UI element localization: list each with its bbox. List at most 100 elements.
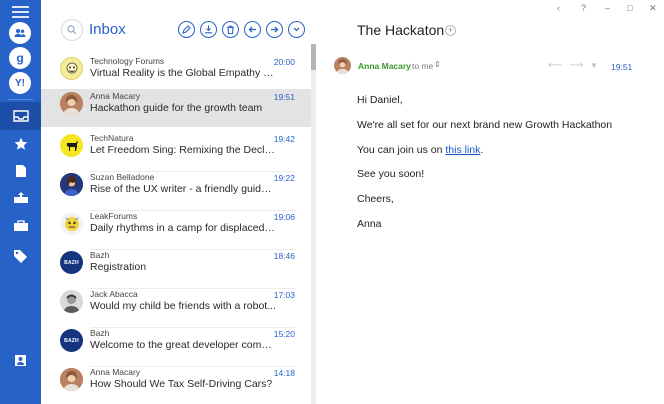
minimize-window-button[interactable]: – — [605, 3, 610, 13]
contact-card-icon — [15, 354, 26, 366]
folder-title: Inbox — [89, 21, 126, 38]
help-window-button[interactable]: ? — [581, 3, 586, 13]
body-greeting: Hi Daniel, — [357, 94, 403, 106]
message-row[interactable]: LeakForums Daily rhythms in a camp for d… — [41, 209, 311, 250]
message-row-selected[interactable]: Anna Macary Hackathon guide for the grow… — [41, 89, 311, 127]
compose-button[interactable] — [178, 21, 195, 38]
avatar — [60, 290, 83, 313]
message-time: 15:20 — [273, 329, 295, 339]
maximize-window-button[interactable]: □ — [627, 3, 632, 13]
message-row[interactable]: BAZH Bazh Welcome to the great developer… — [41, 326, 311, 367]
avatar: BAZH — [60, 329, 83, 352]
contacts-nav-button[interactable] — [0, 346, 41, 374]
body-closing: Cheers, — [357, 193, 394, 205]
message-sender: Jack Abacca — [90, 289, 138, 299]
recipient-label: to me — [412, 61, 434, 71]
yahoo-account-icon[interactable]: Y! — [9, 72, 31, 94]
forward-icon[interactable]: ⟶ — [569, 60, 583, 71]
message-sender: Suzan Belladone — [90, 172, 155, 182]
more-button[interactable] — [288, 21, 305, 38]
close-window-button[interactable]: ✕ — [649, 3, 657, 14]
avatar — [60, 368, 83, 391]
back-window-button[interactable]: ‹ — [557, 3, 560, 13]
reading-pane: ‹ ? – □ ✕ The Hackaton + Anna Macary to … — [316, 0, 664, 404]
forward-button[interactable] — [266, 21, 283, 38]
message-subject: Would my child be friends with a robot..… — [90, 300, 276, 312]
download-icon — [205, 25, 212, 34]
recipient-expand-icon[interactable]: ⇕ — [434, 60, 441, 69]
trash-icon — [227, 25, 234, 34]
message-subject: Welcome to the great developer commu... — [90, 339, 276, 351]
message-sender: Anna Macary — [90, 91, 141, 101]
download-button[interactable] — [200, 21, 217, 38]
message-time: 20:00 — [273, 57, 295, 67]
star-icon — [14, 137, 27, 150]
message-row[interactable]: TechNatura Let Freedom Sing: Remixing th… — [41, 131, 311, 172]
tags-nav-button[interactable] — [0, 242, 41, 270]
message-time: 17:03 — [273, 290, 295, 300]
message-subject: Daily rhythms in a camp for displaced pe… — [90, 222, 276, 234]
reply-icon[interactable]: ⟵ — [548, 60, 562, 71]
google-account-icon[interactable]: g — [9, 47, 31, 69]
message-row[interactable]: BAZH Bazh Registration 18:46 — [41, 248, 311, 289]
avatar — [60, 173, 83, 196]
avatar — [60, 212, 83, 235]
message-time: 19:42 — [273, 134, 295, 144]
edit-icon — [182, 25, 191, 34]
archive-nav-button[interactable] — [0, 212, 41, 240]
outbox-icon — [13, 192, 28, 203]
message-row[interactable]: Suzan Belladone Rise of the UX writer - … — [41, 170, 311, 211]
message-time: 19:06 — [273, 212, 295, 222]
message-title: The Hackaton — [357, 22, 445, 38]
arrow-right-icon — [271, 26, 279, 33]
avatar — [60, 57, 83, 80]
message-subject: Virtual Reality is the Global Empathy Ma… — [90, 67, 276, 79]
message-subject: Registration — [90, 261, 147, 273]
navigation-rail: g Y! — [0, 0, 41, 404]
message-time: 18:46 — [273, 251, 295, 261]
message-row[interactable]: Jack Abacca Would my child be friends wi… — [41, 287, 311, 328]
list-header: Inbox — [41, 0, 311, 54]
inbox-nav-button[interactable] — [0, 102, 41, 130]
sender-avatar — [334, 57, 351, 74]
body-line: See you soon! — [357, 168, 425, 180]
message-subject: Hackathon guide for the growth team — [90, 102, 263, 114]
tag-icon — [14, 249, 27, 263]
body-text: . — [480, 144, 484, 156]
message-row[interactable]: Technology Forums Virtual Reality is the… — [41, 54, 311, 95]
contacts-account-icon[interactable] — [9, 22, 31, 44]
message-subject: Rise of the UX writer - a friendly guide… — [90, 183, 276, 195]
inbox-icon — [12, 110, 29, 122]
message-sender: Anna Macary — [90, 367, 141, 377]
body-line: We're all set for our next brand new Gro… — [357, 119, 613, 131]
delete-button[interactable] — [222, 21, 239, 38]
add-label-icon[interactable]: + — [445, 25, 456, 36]
starred-nav-button[interactable] — [0, 130, 41, 158]
body-text: You can join us on — [357, 144, 446, 156]
reply-button[interactable] — [244, 21, 261, 38]
message-sender: TechNatura — [90, 133, 134, 143]
join-link[interactable]: this link — [445, 144, 480, 156]
message-sender: LeakForums — [90, 211, 138, 221]
message-received-time: 19:51 — [611, 62, 633, 72]
briefcase-icon — [13, 220, 28, 231]
chevron-down-icon — [293, 27, 300, 32]
body-signature: Anna — [357, 218, 382, 230]
more-actions-icon[interactable]: ▼ — [590, 61, 598, 70]
message-row[interactable]: Anna Macary How Should We Tax Self-Drivi… — [41, 365, 311, 403]
drafts-nav-button[interactable] — [0, 157, 41, 185]
document-icon — [15, 165, 26, 177]
message-sender: Bazh — [90, 250, 110, 260]
sent-nav-button[interactable] — [0, 184, 41, 212]
rail-divider — [8, 99, 33, 100]
message-subject: How Should We Tax Self-Driving Cars? — [90, 378, 273, 390]
arrow-left-icon — [248, 26, 256, 33]
message-list: Inbox Technology Forums Virtual Reality … — [41, 0, 311, 404]
message-time: 19:22 — [273, 173, 295, 183]
avatar — [60, 134, 83, 157]
sender-name[interactable]: Anna Macary — [358, 61, 411, 71]
menu-icon[interactable] — [12, 6, 29, 18]
search-button[interactable] — [61, 19, 83, 41]
message-sender: Technology Forums — [90, 56, 165, 66]
message-time: 19:51 — [273, 92, 295, 102]
